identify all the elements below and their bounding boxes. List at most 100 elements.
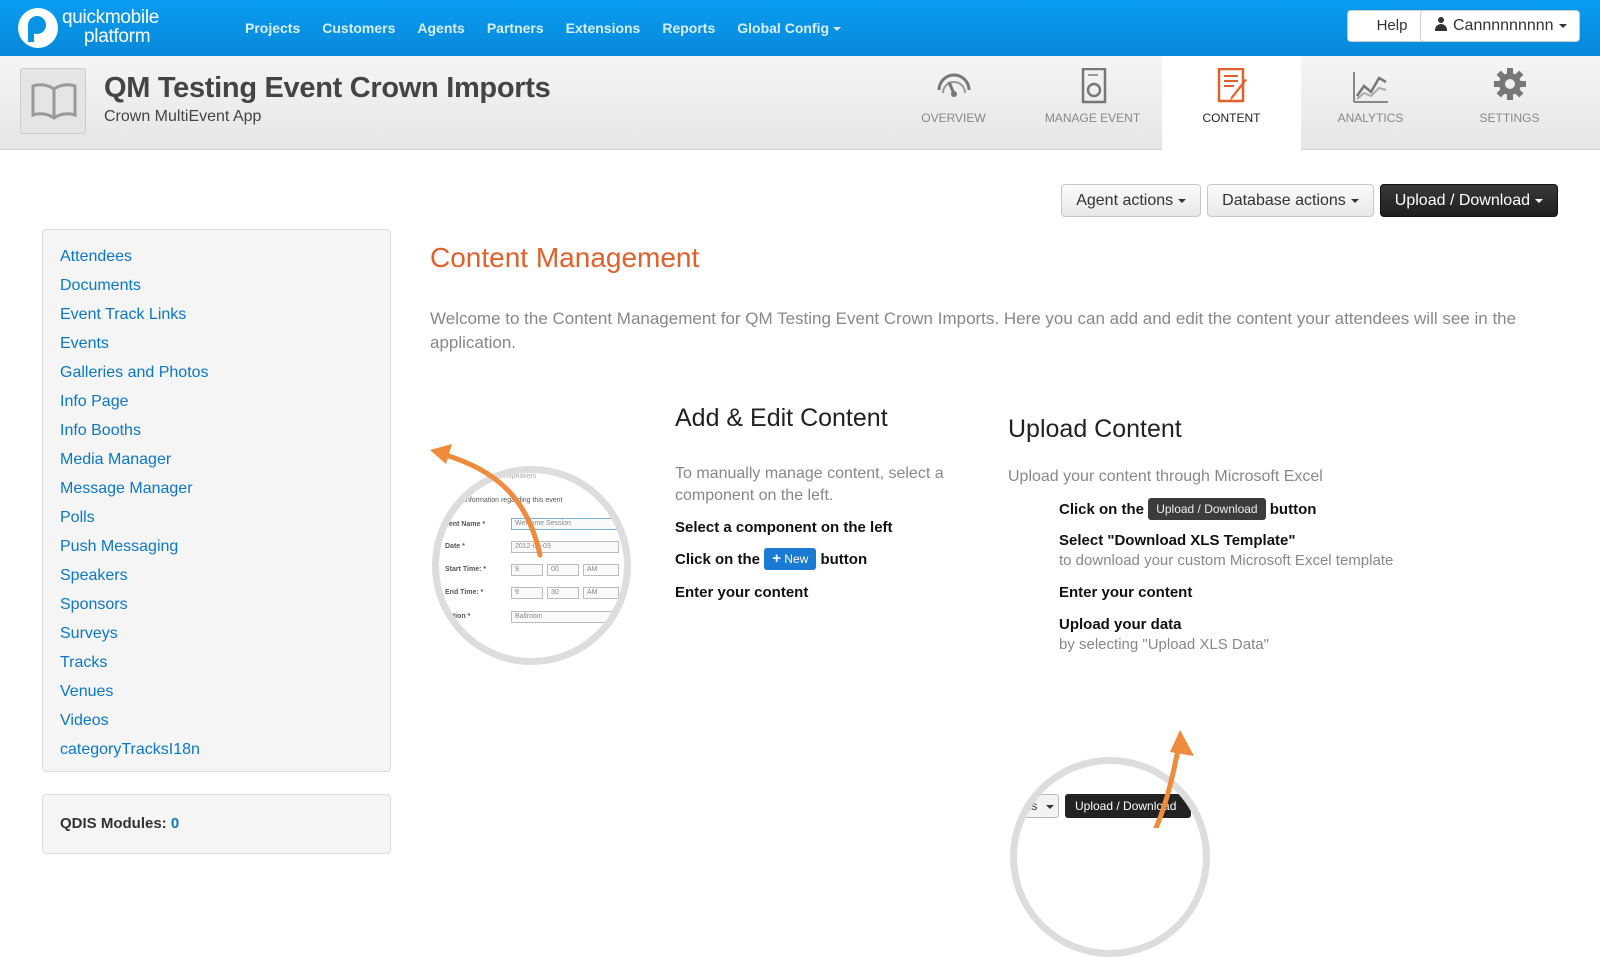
sidebar-item-info-page[interactable]: Info Page bbox=[60, 387, 390, 416]
illustration-desc-label: ion bbox=[445, 633, 456, 640]
sidebar-item-media-manager[interactable]: Media Manager bbox=[60, 445, 390, 474]
arrow-to-upload-icon bbox=[1153, 730, 1194, 828]
tab-overview[interactable]: OVERVIEW bbox=[884, 56, 1023, 150]
upload-download-button[interactable]: Upload / Download bbox=[1379, 184, 1558, 217]
dashboard-gauge-icon bbox=[937, 73, 970, 97]
sidebar-item-message-manager[interactable]: Message Manager bbox=[60, 474, 390, 503]
agent-actions-label: Agent actions bbox=[1076, 192, 1174, 209]
chevron-down-icon bbox=[1080, 828, 1088, 833]
chevron-down-icon bbox=[1045, 804, 1054, 809]
tab-content-label: CONTENT bbox=[1202, 111, 1261, 125]
tab-manage-event[interactable]: MANAGE EVENT bbox=[1023, 56, 1162, 150]
illustration-start-hour: 9 bbox=[511, 564, 543, 576]
sidebar-item-events[interactable]: Events bbox=[60, 329, 390, 358]
sidebar-item-venues[interactable]: Venues bbox=[60, 677, 390, 706]
tab-manage-event-label: MANAGE EVENT bbox=[1044, 111, 1141, 125]
illustration-start-label: Start Time: * bbox=[445, 566, 487, 573]
upload-step-2-sub: to download your custom Microsoft Excel … bbox=[1059, 552, 1394, 569]
qdis-panel: QDIS Modules: 0 bbox=[42, 794, 391, 854]
user-menu-button[interactable]: Cannnnnnnnn bbox=[1420, 10, 1580, 42]
quickmobile-logo[interactable]: quickmobile platform bbox=[18, 8, 168, 50]
upload-download-label: Upload / Download bbox=[1394, 192, 1530, 209]
upload-text: Upload your content through Microsoft Ex… bbox=[1008, 468, 1323, 485]
sidebar-item-push-messaging[interactable]: Push Messaging bbox=[60, 532, 390, 561]
upload-step-1-post: button bbox=[1269, 501, 1317, 518]
illustration-start-minute: 00 bbox=[547, 564, 579, 576]
sidebar-item-tracks[interactable]: Tracks bbox=[60, 648, 390, 677]
chevron-down-icon bbox=[1558, 23, 1567, 28]
database-actions-button[interactable]: Database actions bbox=[1207, 184, 1374, 217]
plus-icon: + bbox=[772, 550, 781, 567]
illustration-end-label: End Time: * bbox=[445, 589, 484, 596]
upload-step-4-sub: by selecting "Upload XLS Data" bbox=[1059, 636, 1269, 653]
intro-text: Welcome to the Content Management for QM… bbox=[430, 309, 1517, 352]
add-edit-text: To manually manage content, select a com… bbox=[675, 465, 944, 504]
chevron-down-icon bbox=[1178, 198, 1187, 203]
nav-customers[interactable]: Customers bbox=[322, 20, 395, 36]
sidebar-item-videos[interactable]: Videos bbox=[60, 706, 390, 735]
illustration-end-minute: 30 bbox=[547, 587, 579, 599]
nav-extensions[interactable]: Extensions bbox=[566, 20, 641, 36]
content-edit-icon bbox=[1217, 68, 1247, 103]
upload-step-2: Select "Download XLS Template" bbox=[1059, 532, 1296, 549]
upload-section: Upload Content Upload your content throu… bbox=[1008, 415, 1548, 653]
upload-step-3: Enter your content bbox=[1059, 584, 1193, 601]
user-name: Cannnnnnnnn bbox=[1453, 17, 1554, 34]
add-edit-step-3: Enter your content bbox=[675, 584, 809, 601]
database-actions-label: Database actions bbox=[1222, 192, 1346, 209]
logo-icon bbox=[18, 8, 58, 48]
agent-actions-button[interactable]: Agent actions bbox=[1061, 184, 1202, 217]
page-title: Content Management bbox=[430, 242, 700, 273]
tab-content[interactable]: CONTENT bbox=[1162, 56, 1301, 150]
illustration-actions-button: ons bbox=[1017, 794, 1059, 818]
nav-projects[interactable]: Projects bbox=[245, 20, 300, 36]
chevron-down-icon bbox=[1535, 198, 1543, 203]
qdis-value[interactable]: 0 bbox=[171, 815, 179, 832]
sidebar-item-sponsors[interactable]: Sponsors bbox=[60, 590, 390, 619]
nav-partners[interactable]: Partners bbox=[487, 20, 544, 36]
sidebar-item-galleries-and-photos[interactable]: Galleries and Photos bbox=[60, 358, 390, 387]
upload-download-sample: Upload / Download bbox=[1148, 498, 1266, 520]
tab-analytics[interactable]: ANALYTICS bbox=[1301, 56, 1440, 150]
sidebar-item-speakers[interactable]: Speakers bbox=[60, 561, 390, 590]
illustration-end-hour: 9 bbox=[511, 587, 543, 599]
document-gear-icon bbox=[1081, 68, 1106, 104]
qdis-label: QDIS Modules: bbox=[60, 815, 167, 832]
sidebar-item-attendees[interactable]: Attendees bbox=[60, 242, 390, 271]
nav-global-config-label: Global Config bbox=[737, 20, 830, 36]
project-header: QM Testing Event Crown Imports Crown Mul… bbox=[0, 56, 1600, 150]
tab-settings[interactable]: SETTINGS bbox=[1440, 56, 1579, 150]
action-bar: Agent actions Database actions Upload / … bbox=[1061, 184, 1558, 217]
sidebar-item-surveys[interactable]: Surveys bbox=[60, 619, 390, 648]
upload-step-1-pre: Click on the bbox=[1059, 501, 1145, 518]
component-sidebar: Attendees Documents Event Track Links Ev… bbox=[42, 229, 391, 772]
sidebar-item-event-track-links[interactable]: Event Track Links bbox=[60, 300, 390, 329]
tab-analytics-label: ANALYTICS bbox=[1337, 111, 1404, 125]
nav-reports[interactable]: Reports bbox=[662, 20, 715, 36]
logo-line2: platform bbox=[84, 26, 151, 47]
sidebar-item-info-booths[interactable]: Info Booths bbox=[60, 416, 390, 445]
add-edit-step-2: Click on the + New button bbox=[675, 548, 965, 570]
main-nav: Projects Customers Agents Partners Exten… bbox=[245, 0, 863, 56]
upload-step-4: Upload your data bbox=[1059, 616, 1182, 633]
add-edit-step-2-post: button bbox=[820, 551, 868, 568]
illustration-actions-label: ons bbox=[1018, 799, 1038, 813]
chevron-down-icon bbox=[1350, 198, 1359, 203]
tab-overview-label: OVERVIEW bbox=[921, 111, 986, 125]
logo-line1: quickmobile bbox=[62, 7, 160, 28]
user-icon bbox=[1435, 17, 1447, 31]
illustration-end-ampm: AM bbox=[583, 587, 619, 599]
project-subtitle: Crown MultiEvent App bbox=[104, 108, 262, 125]
sidebar-item-polls[interactable]: Polls bbox=[60, 503, 390, 532]
tab-settings-label: SETTINGS bbox=[1479, 111, 1540, 125]
nav-global-config[interactable]: Global Config bbox=[737, 20, 842, 36]
add-edit-section: Add & Edit Content To manually manage co… bbox=[675, 404, 965, 601]
add-edit-step-2-pre: Click on the bbox=[675, 551, 761, 568]
project-tabs: OVERVIEW MANAGE EVENT CONTENT ANALYTICS … bbox=[884, 56, 1579, 150]
illustration-location-field: Ballroom bbox=[511, 611, 619, 623]
add-edit-title: Add & Edit Content bbox=[675, 404, 888, 432]
nav-agents[interactable]: Agents bbox=[417, 20, 464, 36]
sidebar-item-category-tracks-i18n[interactable]: categoryTracksI18n bbox=[60, 735, 390, 764]
new-button-sample: + New bbox=[764, 548, 817, 570]
sidebar-item-documents[interactable]: Documents bbox=[60, 271, 390, 300]
